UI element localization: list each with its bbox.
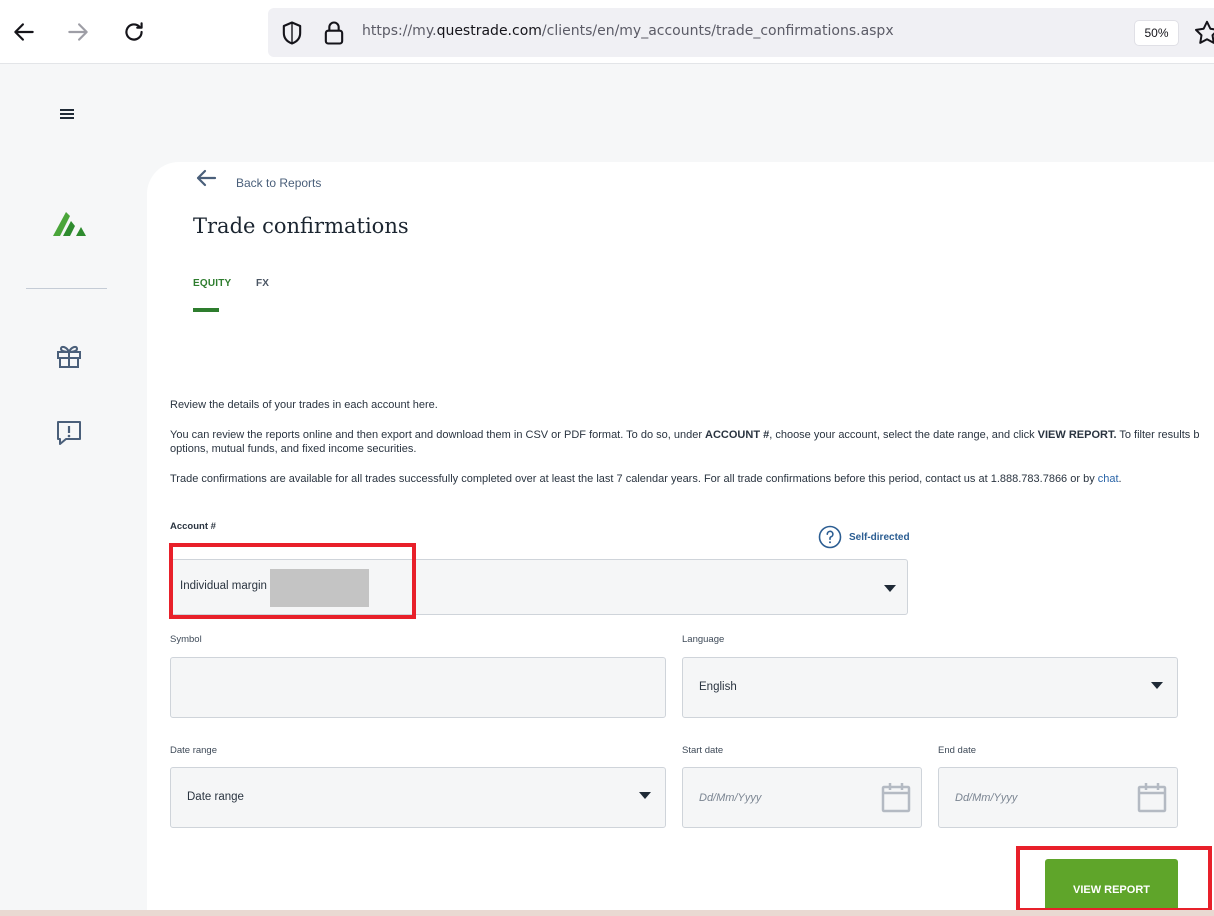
tab-fx[interactable]: FX — [256, 278, 269, 289]
window-bottom-edge — [0, 910, 1214, 916]
view-report-highlight-box — [1016, 846, 1212, 912]
arrow-right-icon — [68, 23, 88, 41]
url-prefix: https://my. — [362, 23, 437, 39]
language-label: Language — [682, 634, 725, 645]
chevron-down-icon — [884, 585, 896, 592]
start-date-label: Start date — [682, 745, 724, 756]
url-text[interactable]: https://my.questrade.com/clients/en/my_a… — [362, 23, 894, 39]
end-date-placeholder: Dd/Mm/Yyyy — [955, 792, 1018, 804]
account-highlight-box — [169, 543, 416, 619]
date-range-label: Date range — [170, 745, 218, 756]
calendar-icon[interactable] — [1137, 781, 1167, 813]
instructions-bold-account: ACCOUNT # — [705, 429, 770, 441]
address-bar[interactable]: https://my.questrade.com/clients/en/my_a… — [268, 8, 1214, 57]
account-label: Account # — [170, 521, 216, 532]
chat-link[interactable]: chat — [1098, 473, 1119, 485]
intro-text: Review the details of your trades in eac… — [170, 399, 438, 411]
back-arrow-icon[interactable] — [193, 165, 219, 191]
date-range-select[interactable]: Date range — [170, 767, 666, 828]
questrade-logo-icon[interactable] — [50, 206, 88, 240]
sidebar-divider — [26, 288, 107, 289]
instructions-line2: options, mutual funds, and fixed income … — [170, 443, 417, 455]
end-date-input[interactable]: Dd/Mm/Yyyy — [938, 767, 1178, 828]
instructions-text: You can review the reports online and th… — [170, 428, 1214, 456]
active-tab-indicator — [193, 308, 219, 312]
back-button[interactable] — [6, 14, 42, 50]
lock-icon[interactable] — [320, 19, 348, 47]
calendar-icon[interactable] — [881, 781, 911, 813]
reload-button[interactable] — [116, 14, 152, 50]
date-range-select-value: Date range — [187, 791, 244, 803]
instructions-part1: You can review the reports online and th… — [170, 429, 706, 441]
instructions-part3: To filter results b — [1116, 429, 1200, 441]
availability-end: . — [1118, 473, 1122, 485]
symbol-input[interactable] — [170, 657, 666, 718]
start-date-input[interactable]: Dd/Mm/Yyyy — [682, 767, 922, 828]
shield-icon[interactable] — [278, 19, 306, 47]
menu-icon[interactable] — [56, 104, 78, 124]
account-type-label: Self-directed — [849, 532, 910, 543]
bookmark-star-icon[interactable] — [1192, 18, 1214, 48]
chevron-down-icon — [1151, 682, 1163, 689]
instructions-part2: , choose your account, select the date r… — [769, 429, 1038, 441]
language-select-value: English — [699, 681, 737, 693]
symbol-label: Symbol — [170, 634, 202, 645]
url-path: /clients/en/my_accounts/trade_confirmati… — [541, 23, 894, 39]
language-select[interactable]: English — [682, 657, 1178, 718]
availability-text: Trade confirmations are available for al… — [170, 472, 1214, 486]
page-title: Trade confirmations — [193, 214, 409, 238]
url-domain: questrade.com — [436, 23, 542, 39]
availability-body: Trade confirmations are available for al… — [170, 473, 1098, 485]
browser-toolbar: https://my.questrade.com/clients/en/my_a… — [0, 0, 1214, 64]
gift-icon[interactable] — [54, 340, 84, 370]
help-icon[interactable] — [818, 525, 842, 549]
zoom-level-badge[interactable]: 50% — [1135, 21, 1178, 45]
arrow-left-icon — [14, 23, 34, 41]
back-to-reports-link[interactable]: Back to Reports — [236, 176, 321, 190]
instructions-bold-view-report: VIEW REPORT. — [1037, 429, 1117, 441]
forward-button[interactable] — [60, 14, 96, 50]
start-date-placeholder: Dd/Mm/Yyyy — [699, 792, 762, 804]
feedback-icon[interactable] — [54, 418, 84, 448]
chevron-down-icon — [639, 792, 651, 799]
end-date-label: End date — [938, 745, 977, 756]
tab-equity[interactable]: EQUITY — [193, 278, 231, 289]
reload-icon — [125, 22, 143, 41]
